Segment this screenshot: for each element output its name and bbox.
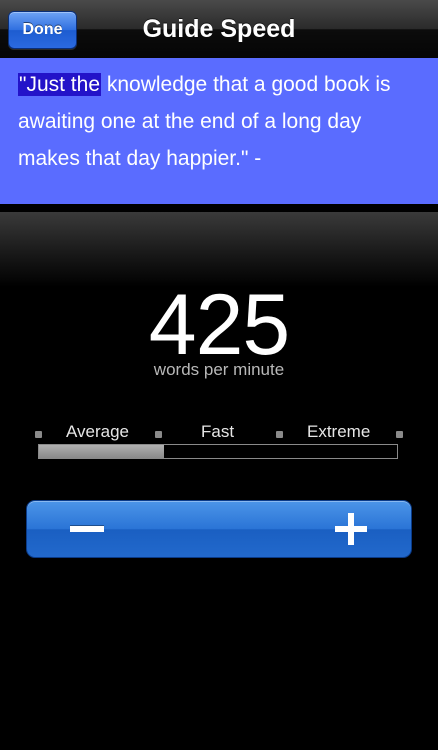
scale-tick bbox=[35, 431, 42, 438]
done-button[interactable]: Done bbox=[8, 11, 77, 49]
scale-label-extreme: Extreme bbox=[307, 422, 371, 441]
speed-meter bbox=[38, 444, 398, 459]
minus-icon bbox=[70, 526, 104, 532]
scale-tick bbox=[155, 431, 162, 438]
current-word-highlight: "Just the bbox=[18, 73, 101, 96]
quote-preview: "Just the knowledge that a good book is … bbox=[0, 58, 438, 204]
speed-unit-label: words per minute bbox=[153, 360, 285, 379]
scale-tick bbox=[396, 431, 403, 438]
speed-stepper bbox=[26, 500, 412, 558]
scale-tick bbox=[276, 431, 283, 438]
scale-label-average: Average bbox=[66, 422, 130, 441]
scale-label-fast: Fast bbox=[201, 422, 235, 441]
divider bbox=[0, 204, 438, 212]
plus-icon bbox=[335, 513, 367, 545]
navigation-bar: Done Guide Speed bbox=[0, 0, 438, 59]
increase-speed-button[interactable] bbox=[291, 501, 411, 557]
decrease-speed-button[interactable] bbox=[27, 501, 147, 557]
speed-meter-fill bbox=[39, 445, 165, 458]
speed-value: 425 bbox=[148, 277, 291, 373]
